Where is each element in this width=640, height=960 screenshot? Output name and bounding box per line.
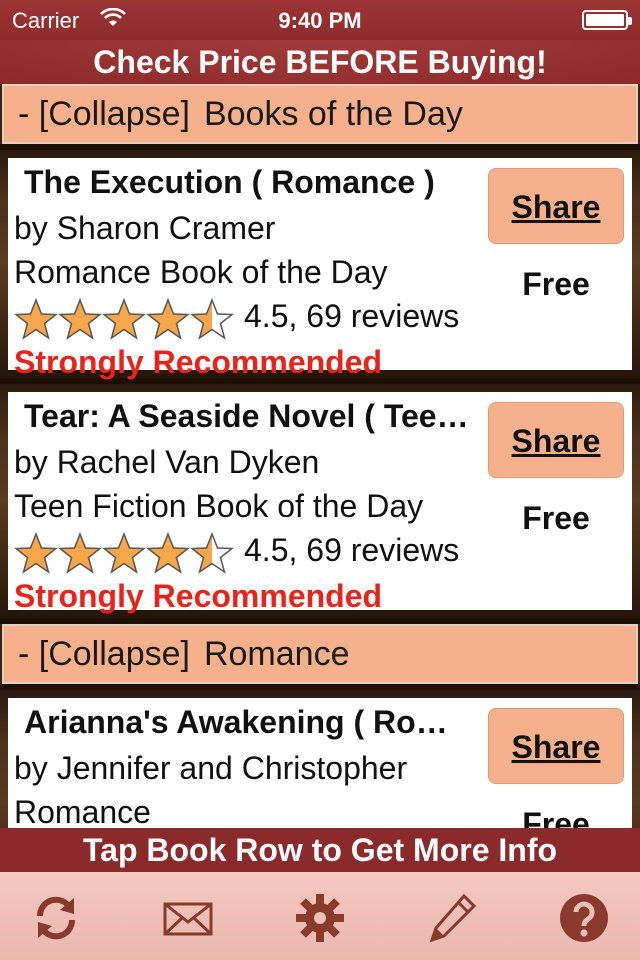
book-author: by Rachel Van Dyken bbox=[14, 444, 320, 480]
book-row[interactable]: The Execution ( Romance ) by Sharon Cram… bbox=[0, 144, 640, 384]
gear-icon bbox=[296, 894, 344, 942]
top-banner: Check Price BEFORE Buying! bbox=[0, 40, 640, 84]
book-card[interactable]: Arianna's Awakening ( Romance ) by Jenni… bbox=[8, 698, 632, 828]
price-label: Free bbox=[522, 266, 590, 302]
collapse-toggle[interactable]: - [Collapse] bbox=[18, 95, 190, 133]
book-author: by Sharon Cramer bbox=[14, 210, 276, 246]
star-half-icon bbox=[190, 532, 234, 574]
book-category: Romance Book of the Day bbox=[14, 254, 388, 290]
refresh-icon bbox=[36, 896, 76, 940]
book-card[interactable]: Tear: A Seaside Novel ( Teen Fiction ) b… bbox=[8, 392, 632, 614]
book-author: by Jennifer and Christopher bbox=[14, 750, 408, 786]
book-card[interactable]: The Execution ( Romance ) by Sharon Cram… bbox=[8, 158, 632, 380]
help-icon bbox=[560, 894, 608, 942]
edit-button[interactable] bbox=[426, 892, 478, 944]
share-button[interactable]: Share bbox=[488, 168, 624, 244]
toolbar bbox=[0, 872, 640, 960]
star-full-icon bbox=[146, 532, 190, 574]
price-label: Free bbox=[522, 806, 590, 828]
collapse-toggle[interactable]: - [Collapse] bbox=[18, 635, 190, 673]
recommendation-label: Strongly Recommended bbox=[14, 344, 383, 380]
book-row[interactable]: Tear: A Seaside Novel ( Teen Fiction ) b… bbox=[0, 384, 640, 624]
star-full-icon bbox=[58, 532, 102, 574]
book-list[interactable]: - [Collapse] Books of the Day The Executi… bbox=[0, 84, 640, 828]
section-header-books-of-the-day[interactable]: - [Collapse] Books of the Day bbox=[2, 84, 638, 144]
book-title: Tear: A Seaside Novel ( Teen Fiction ) bbox=[24, 398, 474, 434]
rating-text: 4.5, 69 reviews bbox=[244, 298, 460, 334]
book-row[interactable]: Arianna's Awakening ( Romance ) by Jenni… bbox=[0, 684, 640, 828]
status-bar: Carrier 9:40 PM bbox=[0, 0, 640, 40]
star-full-icon bbox=[58, 298, 102, 340]
star-full-icon bbox=[146, 298, 190, 340]
recommendation-label: Strongly Recommended bbox=[14, 578, 383, 614]
star-full-icon bbox=[102, 298, 146, 340]
pencil-icon bbox=[429, 893, 477, 943]
section-title: Romance bbox=[203, 635, 350, 673]
price-label: Free bbox=[522, 500, 590, 536]
rating-text: 4.5, 69 reviews bbox=[244, 532, 460, 568]
section-header-romance[interactable]: - [Collapse] Romance bbox=[2, 624, 638, 684]
help-button[interactable] bbox=[558, 892, 610, 944]
star-half-icon bbox=[190, 298, 234, 340]
star-full-icon bbox=[14, 298, 58, 340]
refresh-button[interactable] bbox=[30, 892, 82, 944]
clock: 9:40 PM bbox=[278, 8, 362, 33]
mail-icon bbox=[163, 902, 213, 936]
book-category: Teen Fiction Book of the Day bbox=[14, 488, 424, 524]
share-button[interactable]: Share bbox=[488, 708, 624, 784]
mail-button[interactable] bbox=[162, 892, 214, 944]
book-category: Romance bbox=[14, 794, 151, 828]
bottom-banner: Tap Book Row to Get More Info bbox=[0, 828, 640, 872]
section-title: Books of the Day bbox=[203, 95, 463, 133]
star-full-icon bbox=[14, 532, 58, 574]
battery-icon bbox=[582, 10, 632, 30]
share-button[interactable]: Share bbox=[488, 402, 624, 478]
book-title: Arianna's Awakening ( Romance ) bbox=[24, 704, 474, 740]
settings-button[interactable] bbox=[294, 892, 346, 944]
book-title: The Execution ( Romance ) bbox=[24, 164, 435, 200]
star-full-icon bbox=[102, 532, 146, 574]
